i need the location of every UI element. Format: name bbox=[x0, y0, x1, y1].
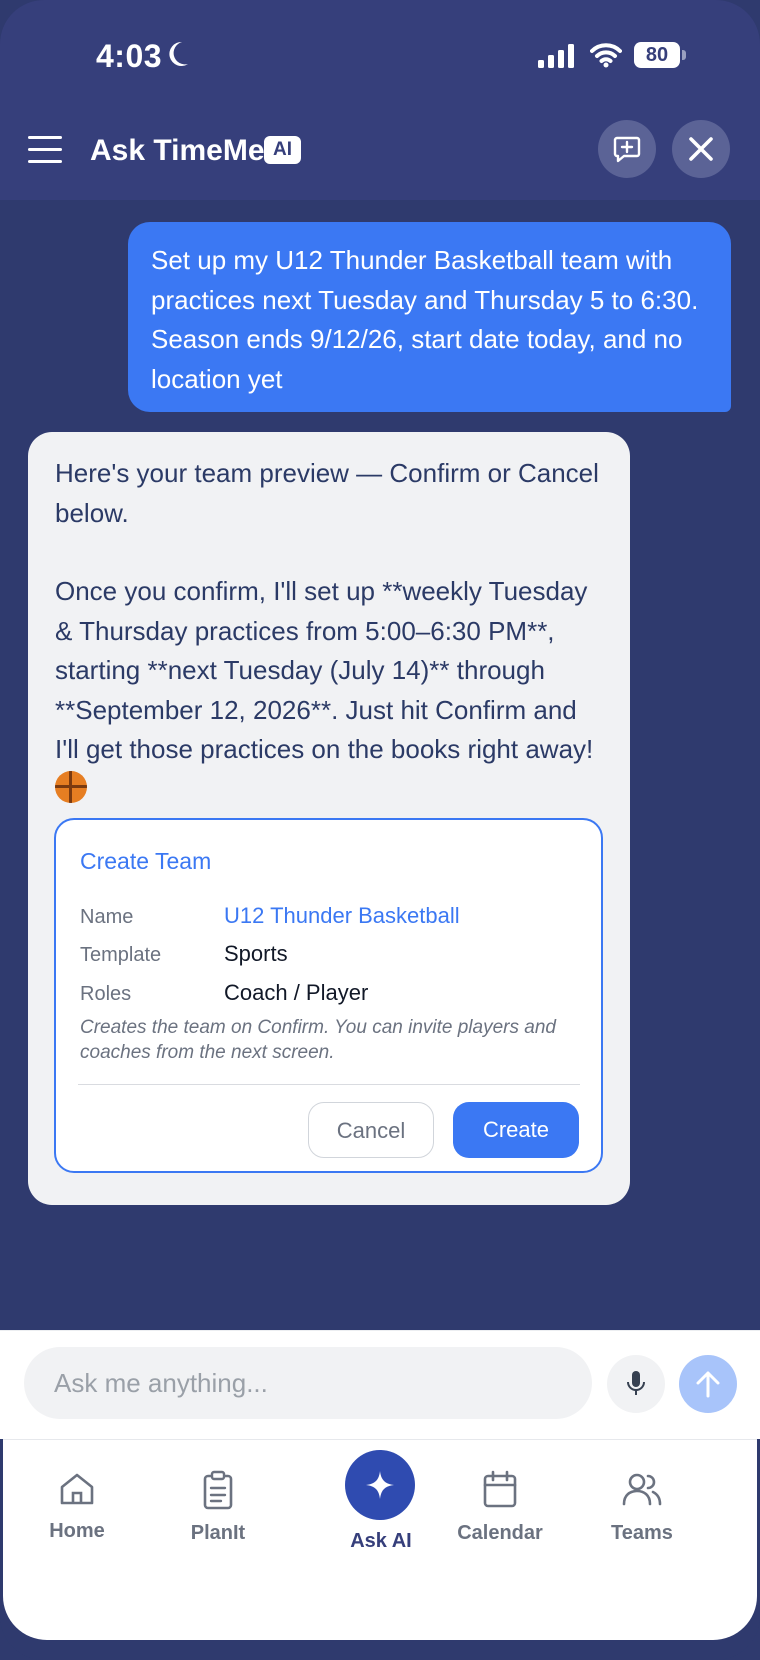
ai-badge: AI bbox=[264, 136, 301, 164]
cellular-signal-icon bbox=[538, 44, 574, 73]
moon-icon bbox=[168, 40, 190, 73]
page-title: Ask TimeMe bbox=[90, 134, 265, 167]
assistant-message-bubble: Here's your team preview — Confirm or Ca… bbox=[28, 432, 630, 1205]
card-title: Create Team bbox=[80, 848, 212, 874]
menu-icon[interactable] bbox=[28, 136, 62, 164]
tab-label-calendar: Calendar bbox=[457, 1522, 543, 1544]
tab-label-ask-ai: Ask AI bbox=[350, 1530, 412, 1552]
assistant-message-text: Here's your team preview — Confirm or Ca… bbox=[55, 454, 604, 809]
field-value-name: U12 Thunder Basketball bbox=[224, 903, 460, 928]
assistant-message-body: Once you confirm, I'll set up **weekly T… bbox=[55, 572, 604, 809]
send-button[interactable] bbox=[679, 1355, 737, 1413]
field-label-name: Name bbox=[80, 906, 134, 928]
close-button[interactable] bbox=[672, 120, 730, 178]
field-label-template: Template bbox=[80, 944, 162, 966]
battery-indicator: 80 bbox=[634, 42, 686, 68]
tab-ask-ai[interactable] bbox=[345, 1450, 415, 1520]
close-icon bbox=[689, 137, 713, 161]
wifi-icon bbox=[590, 42, 622, 73]
phone-frame: 4:03 80 Ask TimeMe AI Set up my U12 Thun… bbox=[0, 0, 760, 1660]
tab-label-home: Home bbox=[49, 1520, 105, 1542]
tab-home[interactable]: Home bbox=[17, 1470, 137, 1543]
sparkle-icon bbox=[366, 1471, 394, 1499]
assistant-message-intro: Here's your team preview — Confirm or Ca… bbox=[55, 458, 599, 528]
status-time: 4:03 bbox=[96, 38, 163, 74]
basketball-icon bbox=[55, 770, 87, 803]
home-icon bbox=[60, 1473, 94, 1505]
nav-bar: Ask TimeMe AI bbox=[0, 120, 760, 180]
tab-bar: Home PlanIt Ask AI Calendar Teams bbox=[3, 1439, 757, 1640]
chat-input[interactable]: Ask me anything... bbox=[24, 1347, 592, 1419]
tab-label-teams: Teams bbox=[611, 1522, 673, 1544]
tab-teams[interactable]: Teams bbox=[582, 1470, 702, 1545]
card-note: Creates the team on Confirm. You can inv… bbox=[80, 1017, 556, 1063]
users-icon bbox=[622, 1473, 662, 1506]
clipboard-icon bbox=[203, 1470, 233, 1510]
microphone-button[interactable] bbox=[607, 1355, 665, 1413]
create-button[interactable]: Create bbox=[453, 1102, 579, 1158]
composer: Ask me anything... bbox=[0, 1330, 760, 1439]
tab-planit[interactable]: PlanIt bbox=[158, 1470, 278, 1545]
arrow-up-icon bbox=[696, 1371, 720, 1398]
card-divider bbox=[78, 1084, 580, 1085]
field-value-roles: Coach / Player bbox=[224, 980, 369, 1005]
user-message-bubble: Set up my U12 Thunder Basketball team wi… bbox=[128, 222, 731, 412]
field-label-roles: Roles bbox=[80, 983, 132, 1005]
cancel-button[interactable]: Cancel bbox=[308, 1102, 434, 1158]
battery-tip bbox=[682, 50, 686, 60]
tab-label-planit: PlanIt bbox=[190, 1522, 246, 1544]
field-value-template: Sports bbox=[224, 941, 288, 966]
feedback-button[interactable] bbox=[598, 120, 656, 178]
tab-calendar[interactable]: Calendar bbox=[440, 1470, 560, 1545]
calendar-icon bbox=[483, 1470, 517, 1508]
app-header: 4:03 80 Ask TimeMe AI bbox=[0, 0, 760, 200]
status-bar: 4:03 80 bbox=[0, 38, 760, 78]
message-plus-icon bbox=[613, 136, 641, 163]
create-team-card: Create Team Name U12 Thunder Basketball … bbox=[54, 818, 603, 1173]
battery-level: 80 bbox=[634, 42, 680, 68]
microphone-icon bbox=[627, 1371, 645, 1395]
